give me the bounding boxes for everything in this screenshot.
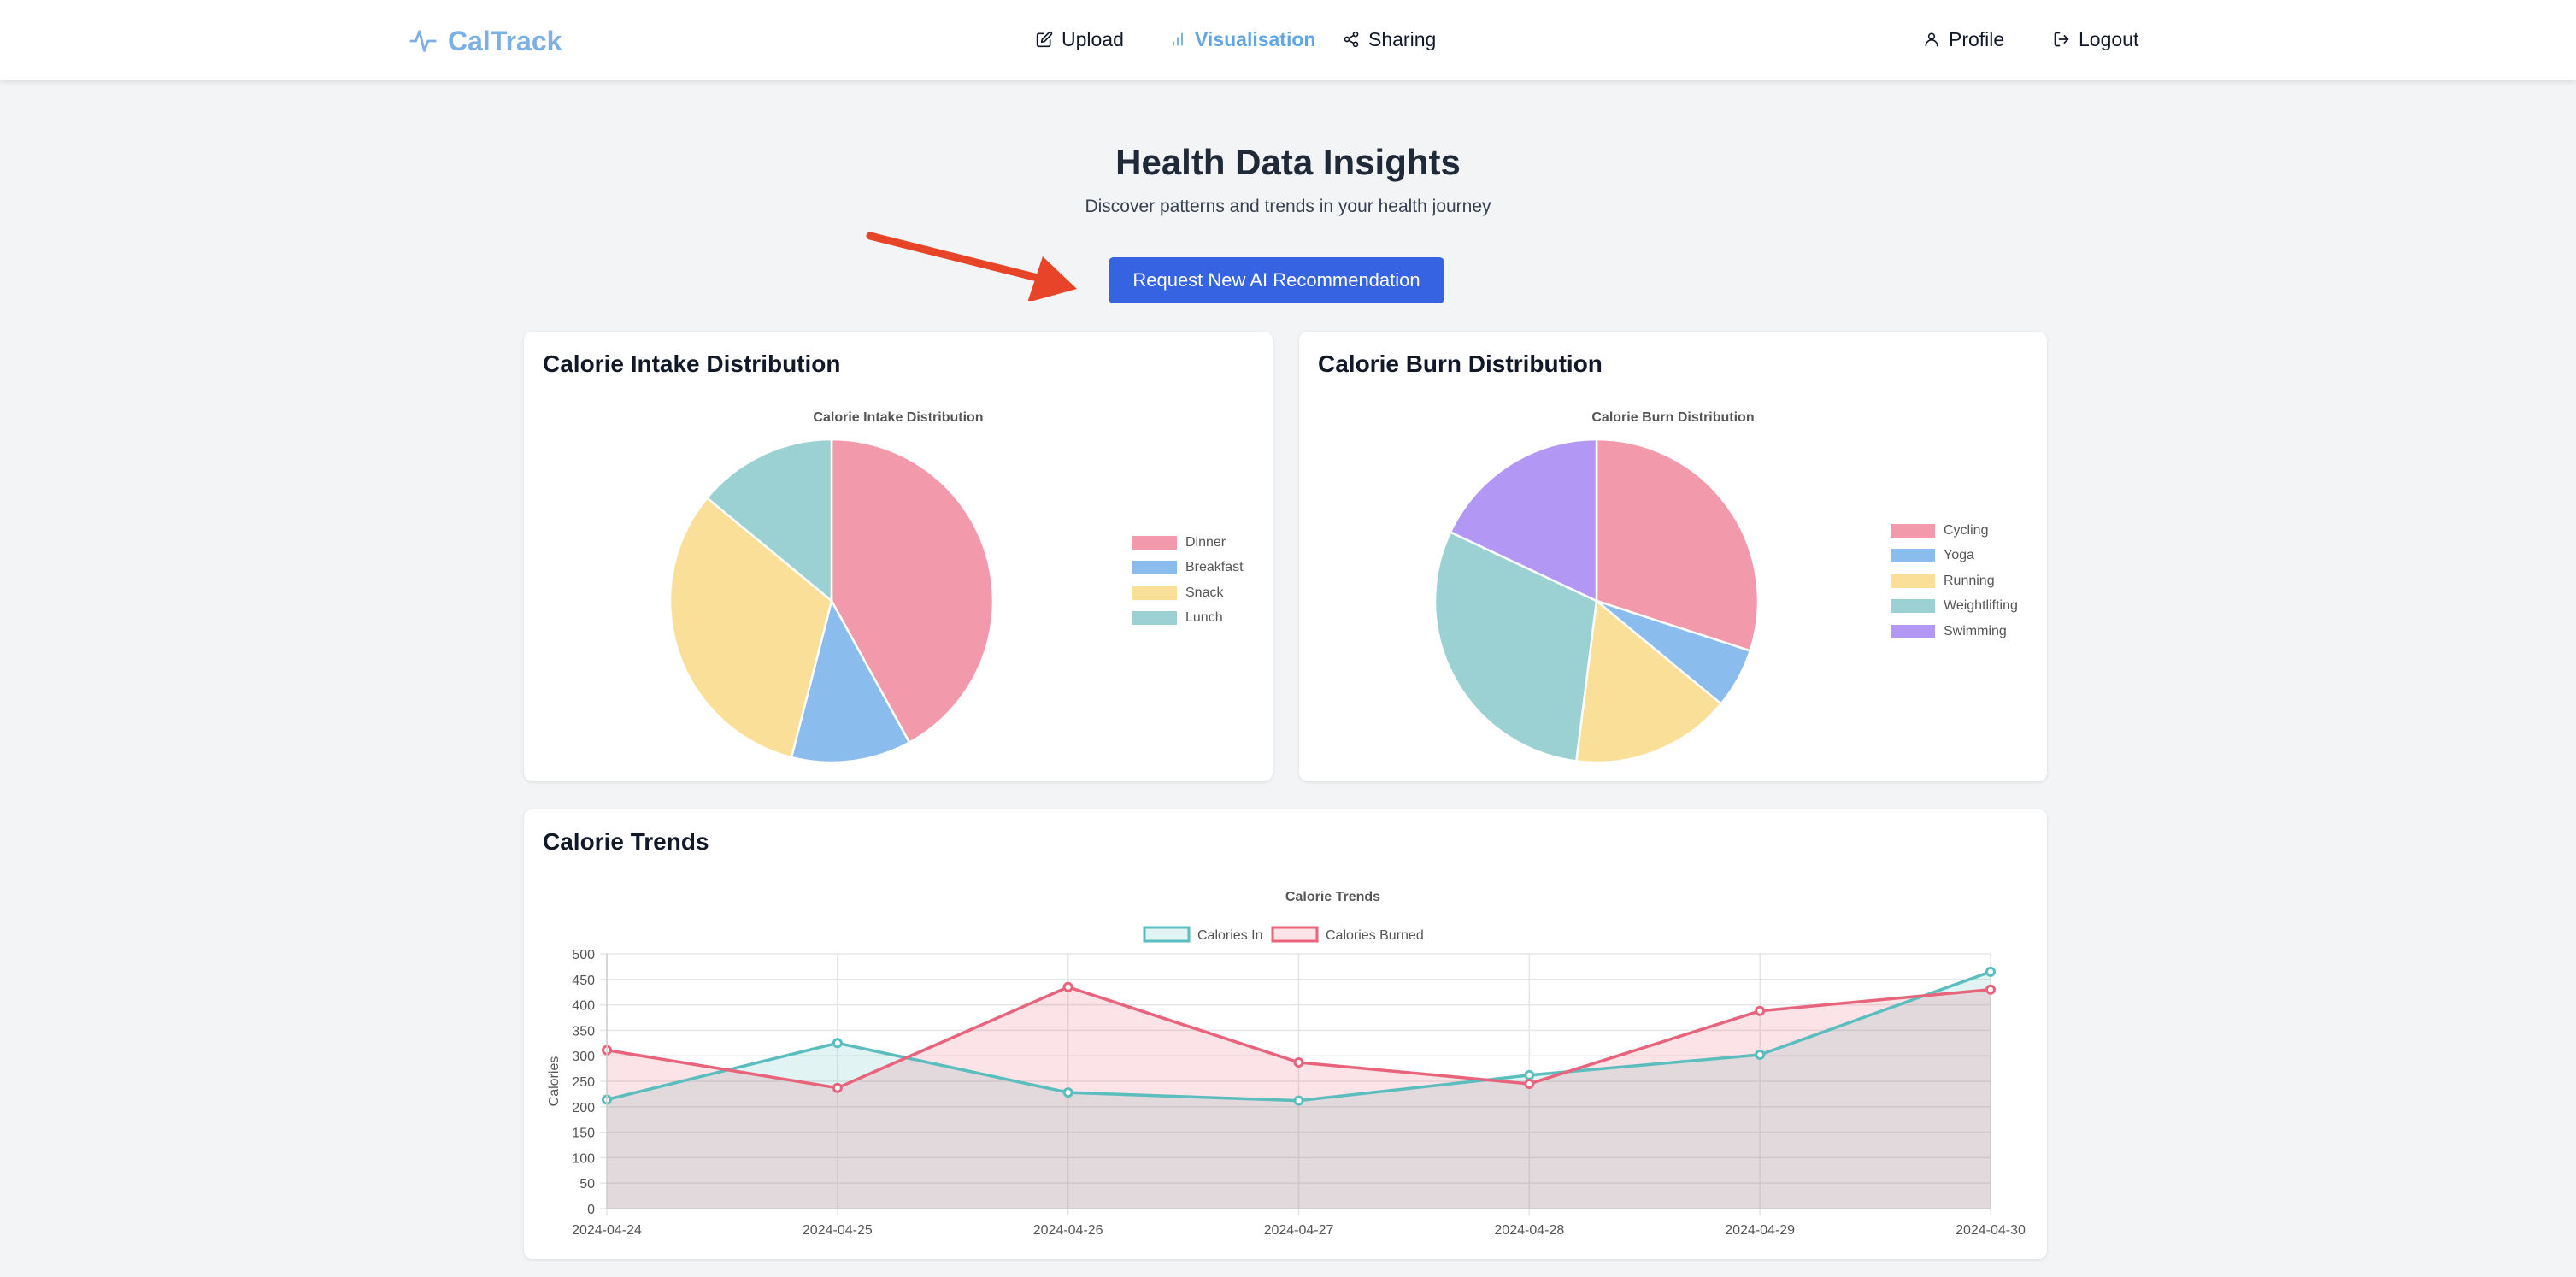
nav-visualisation-label: Visualisation xyxy=(1195,27,1316,50)
legend-item-breakfast[interactable]: Breakfast xyxy=(1132,556,1244,581)
legend-item-dinner[interactable]: Dinner xyxy=(1132,530,1244,556)
x-tick-label: 2024-04-26 xyxy=(1033,1223,1103,1238)
data-point[interactable] xyxy=(1062,1087,1073,1098)
brand-name: CalTrack xyxy=(448,25,562,56)
request-ai-recommendation-button[interactable]: Request New AI Recommendation xyxy=(1109,257,1444,303)
x-tick-label: 2024-04-28 xyxy=(1494,1223,1564,1238)
data-point[interactable] xyxy=(1293,1056,1304,1068)
y-tick-label: 400 xyxy=(572,999,595,1014)
y-tick-label: 150 xyxy=(572,1127,595,1141)
legend-item-lunch[interactable]: Lunch xyxy=(1132,606,1244,632)
data-point[interactable] xyxy=(1524,1069,1535,1080)
legend-swatch xyxy=(1132,561,1177,575)
x-tick-label: 2024-04-29 xyxy=(1725,1223,1795,1238)
legend-swatch xyxy=(1891,574,1935,588)
data-point[interactable] xyxy=(832,1082,843,1093)
legend-label: Calories Burned xyxy=(1326,928,1424,943)
y-tick-label: 350 xyxy=(572,1024,595,1039)
nav-sharing[interactable]: Sharing xyxy=(1343,22,1436,56)
nav-upload-label: Upload xyxy=(1062,27,1124,50)
data-point[interactable] xyxy=(1985,966,1996,977)
data-point[interactable] xyxy=(1293,1095,1304,1106)
x-tick-label: 2024-04-24 xyxy=(572,1223,642,1238)
data-point[interactable] xyxy=(1755,1005,1766,1016)
x-tick-label: 2024-04-30 xyxy=(1956,1223,2026,1238)
x-tick-label: 2024-04-27 xyxy=(1264,1223,1334,1238)
legend-item-snack[interactable]: Snack xyxy=(1132,580,1244,606)
legend-label: Lunch xyxy=(1185,610,1223,626)
trends-chart-title: Calorie Trends xyxy=(1285,890,1380,904)
trends-line-chart: Calorie Trends Calories In Calories Burned… xyxy=(547,890,2026,1238)
nav-profile[interactable]: Profile xyxy=(1923,22,2004,56)
legend-swatch xyxy=(1891,599,1935,614)
y-tick-label: 50 xyxy=(579,1177,595,1192)
data-point[interactable] xyxy=(832,1038,843,1049)
page-title: Health Data Insights xyxy=(1115,142,1461,182)
legend-label: Snack xyxy=(1185,585,1224,600)
user-icon xyxy=(1925,32,1938,47)
legend-item-calories-in[interactable]: Calories In xyxy=(1143,926,1262,943)
burn-card: Calorie Burn Distribution Calorie Burn D… xyxy=(1299,332,2047,781)
x-tick-label: 2024-04-25 xyxy=(803,1223,873,1238)
nav-sharing-label: Sharing xyxy=(1368,27,1437,50)
edit-icon xyxy=(1036,31,1053,48)
burn-legend: Cycling Yoga Running Weightlifting Swimming xyxy=(1891,518,2018,644)
share-icon xyxy=(1344,31,1359,48)
legend-swatch xyxy=(1132,586,1177,600)
y-tick-label: 300 xyxy=(572,1050,595,1064)
data-point[interactable] xyxy=(1524,1078,1535,1089)
legend-label: Breakfast xyxy=(1185,560,1244,575)
legend-swatch xyxy=(1891,549,1935,563)
data-point[interactable] xyxy=(1062,981,1073,992)
legend-swatch xyxy=(1271,926,1319,943)
page-subtitle: Discover patterns and trends in your hea… xyxy=(1085,197,1491,216)
legend-item-running[interactable]: Running xyxy=(1891,568,2018,594)
nav-profile-label: Profile xyxy=(1949,27,2005,50)
y-tick-label: 250 xyxy=(572,1075,595,1090)
y-tick-label: 500 xyxy=(572,948,595,962)
nav-logout-label: Logout xyxy=(2079,27,2139,50)
data-point[interactable] xyxy=(1985,984,1996,995)
legend-swatch xyxy=(1132,611,1177,626)
nav-logout[interactable]: Logout xyxy=(2053,22,2138,56)
legend-swatch xyxy=(1891,523,1935,538)
red-arrow-annotation xyxy=(866,232,1077,301)
legend-item-weightlifting[interactable]: Weightlifting xyxy=(1891,594,2018,620)
legend-label: Weightlifting xyxy=(1944,598,2018,614)
legend-swatch xyxy=(1143,926,1191,943)
y-tick-label: 100 xyxy=(572,1151,595,1166)
intake-card: Calorie Intake Distribution Calorie Inta… xyxy=(524,332,1273,781)
legend-swatch xyxy=(1891,624,1935,638)
nav-visualisation[interactable]: Visualisation xyxy=(1169,22,1315,56)
legend-item-swimming[interactable]: Swimming xyxy=(1891,619,2018,644)
pulse-icon xyxy=(409,30,437,52)
nav-upload[interactable]: Upload xyxy=(1036,22,1124,56)
logout-icon xyxy=(2054,32,2069,47)
legend-item-yoga[interactable]: Yoga xyxy=(1891,544,2018,569)
y-tick-label: 0 xyxy=(587,1203,595,1217)
bar-chart-icon xyxy=(1173,32,1183,46)
y-tick-label: 450 xyxy=(572,974,595,988)
legend-swatch xyxy=(1132,535,1177,550)
trends-card: Calorie Trends Calorie Trends Calories In… xyxy=(524,809,2047,1259)
data-point[interactable] xyxy=(1755,1050,1766,1061)
legend-label: Cycling xyxy=(1944,522,1989,538)
legend-label: Dinner xyxy=(1185,534,1226,550)
brand-logo[interactable]: CalTrack xyxy=(409,22,562,60)
legend-item-cycling[interactable]: Cycling xyxy=(1891,518,2018,544)
legend-label: Yoga xyxy=(1944,548,1974,563)
legend-label: Calories In xyxy=(1197,928,1262,943)
legend-label: Running xyxy=(1944,573,1995,588)
legend-item-calories-burned[interactable]: Calories Burned xyxy=(1271,926,1424,943)
y-tick-label: 200 xyxy=(572,1101,595,1115)
legend-label: Swimming xyxy=(1944,623,2007,638)
navbar: CalTrack Upload Visualisation Sharing Pr… xyxy=(0,0,2576,80)
intake-legend: Dinner Breakfast Snack Lunch xyxy=(1132,530,1244,631)
y-axis-label: Calories xyxy=(547,1056,562,1107)
